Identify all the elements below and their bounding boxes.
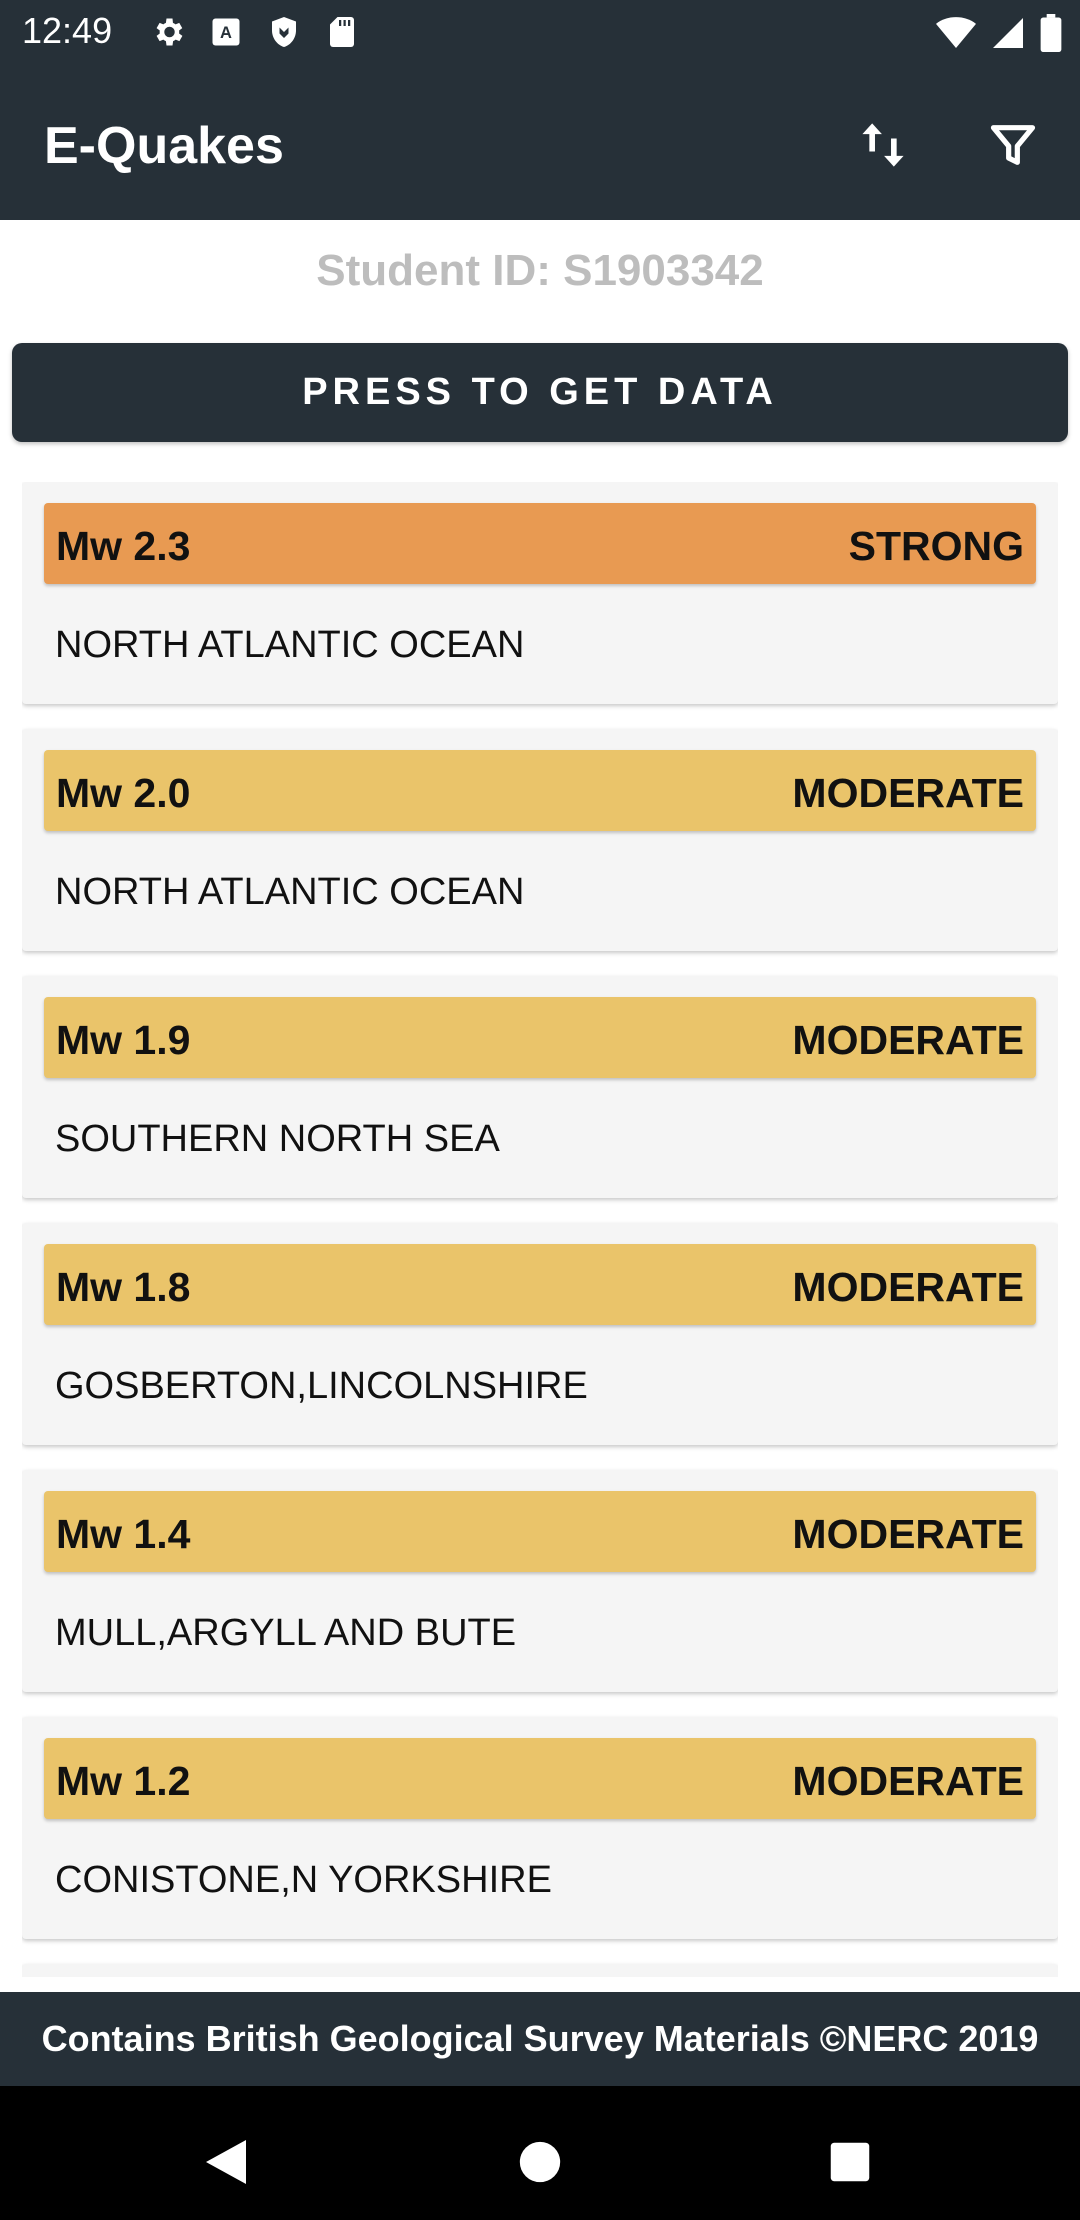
- strength-label: MODERATE: [792, 1017, 1024, 1063]
- card-header: Mw 2.3 STRONG: [44, 503, 1036, 584]
- navigation-bar: [0, 2086, 1080, 2220]
- student-id-label: Student ID: S1903342: [316, 246, 764, 295]
- status-system-icons: [936, 14, 1062, 52]
- location-label: SOUTHERN NORTH SEA: [55, 1118, 500, 1160]
- strength-label: STRONG: [848, 523, 1024, 569]
- earthquake-card[interactable]: Mw 1.2 MODERATE CONISTONE,N YORKSHIRE: [22, 1717, 1058, 1939]
- gear-icon: [150, 14, 186, 50]
- filter-icon: [990, 125, 1036, 165]
- magnitude-label: Mw 1.2: [56, 1758, 191, 1804]
- get-data-button[interactable]: PRESS TO GET DATA: [12, 343, 1068, 442]
- earthquake-card[interactable]: Mw 1.4 MODERATE MULL,ARGYLL AND BUTE: [22, 1470, 1058, 1692]
- earthquake-card[interactable]: Mw 1.9 MODERATE SOUTHERN NORTH SEA: [22, 976, 1058, 1198]
- status-time: 12:49: [22, 10, 113, 51]
- card-header: Mw 1.9 MODERATE: [44, 997, 1036, 1078]
- magnitude-label: Mw 1.8: [56, 1264, 191, 1310]
- earthquake-card[interactable]: Mw 2.0 MODERATE NORTH ATLANTIC OCEAN: [22, 729, 1058, 951]
- sort-icon: [862, 123, 904, 167]
- card-header: Mw 1.8 MODERATE: [44, 1244, 1036, 1325]
- attribution-footer: Contains British Geological Survey Mater…: [0, 1992, 1080, 2086]
- magnitude-label: Mw 1.9: [56, 1017, 191, 1063]
- keyboard-icon: A: [208, 14, 244, 50]
- magnitude-label: Mw 2.3: [56, 523, 191, 569]
- status-notification-icons: A: [150, 14, 360, 50]
- svg-text:A: A: [220, 24, 232, 42]
- home-icon: [519, 2141, 561, 2183]
- earthquake-card[interactable]: Mw 2.3 STRONG NORTH ATLANTIC OCEAN: [22, 482, 1058, 704]
- card-header: Mw 2.0 MODERATE: [44, 750, 1036, 831]
- signal-icon: [990, 15, 1026, 51]
- app-bar: E-Quakes: [0, 66, 1080, 220]
- location-label: CONISTONE,N YORKSHIRE: [55, 1859, 552, 1901]
- location-label: NORTH ATLANTIC OCEAN: [55, 624, 525, 666]
- location-label: MULL,ARGYLL AND BUTE: [55, 1612, 517, 1654]
- strength-label: MODERATE: [792, 1758, 1024, 1804]
- earthquake-card[interactable]: Mw 1.8 MODERATE GOSBERTON,LINCOLNSHIRE: [22, 1223, 1058, 1445]
- magnitude-label: Mw 1.4: [56, 1511, 191, 1557]
- app-title: E-Quakes: [44, 117, 284, 175]
- earthquake-list[interactable]: Mw 2.3 STRONG NORTH ATLANTIC OCEAN Mw 2.…: [22, 482, 1058, 1977]
- card-header: Mw 1.2 MODERATE: [44, 1738, 1036, 1819]
- battery-icon: [1040, 14, 1062, 52]
- location-label: NORTH ATLANTIC OCEAN: [55, 871, 525, 913]
- wifi-icon: [936, 15, 976, 51]
- back-button[interactable]: [186, 2122, 266, 2202]
- location-label: GOSBERTON,LINCOLNSHIRE: [55, 1365, 588, 1407]
- back-icon: [206, 2140, 246, 2184]
- strength-label: MODERATE: [792, 770, 1024, 816]
- earthquake-card-partial[interactable]: [22, 1964, 1058, 1977]
- shield-icon: [266, 14, 302, 50]
- strength-label: MODERATE: [792, 1511, 1024, 1557]
- recents-icon: [830, 2142, 870, 2182]
- recents-button[interactable]: [810, 2122, 890, 2202]
- magnitude-label: Mw 2.0: [56, 770, 191, 816]
- sd-card-icon: [324, 14, 360, 50]
- card-header: Mw 1.4 MODERATE: [44, 1491, 1036, 1572]
- strength-label: MODERATE: [792, 1264, 1024, 1310]
- status-bar: 12:49 A: [0, 0, 1080, 66]
- sort-button[interactable]: [848, 110, 918, 180]
- home-button[interactable]: [500, 2122, 580, 2202]
- filter-button[interactable]: [978, 110, 1048, 180]
